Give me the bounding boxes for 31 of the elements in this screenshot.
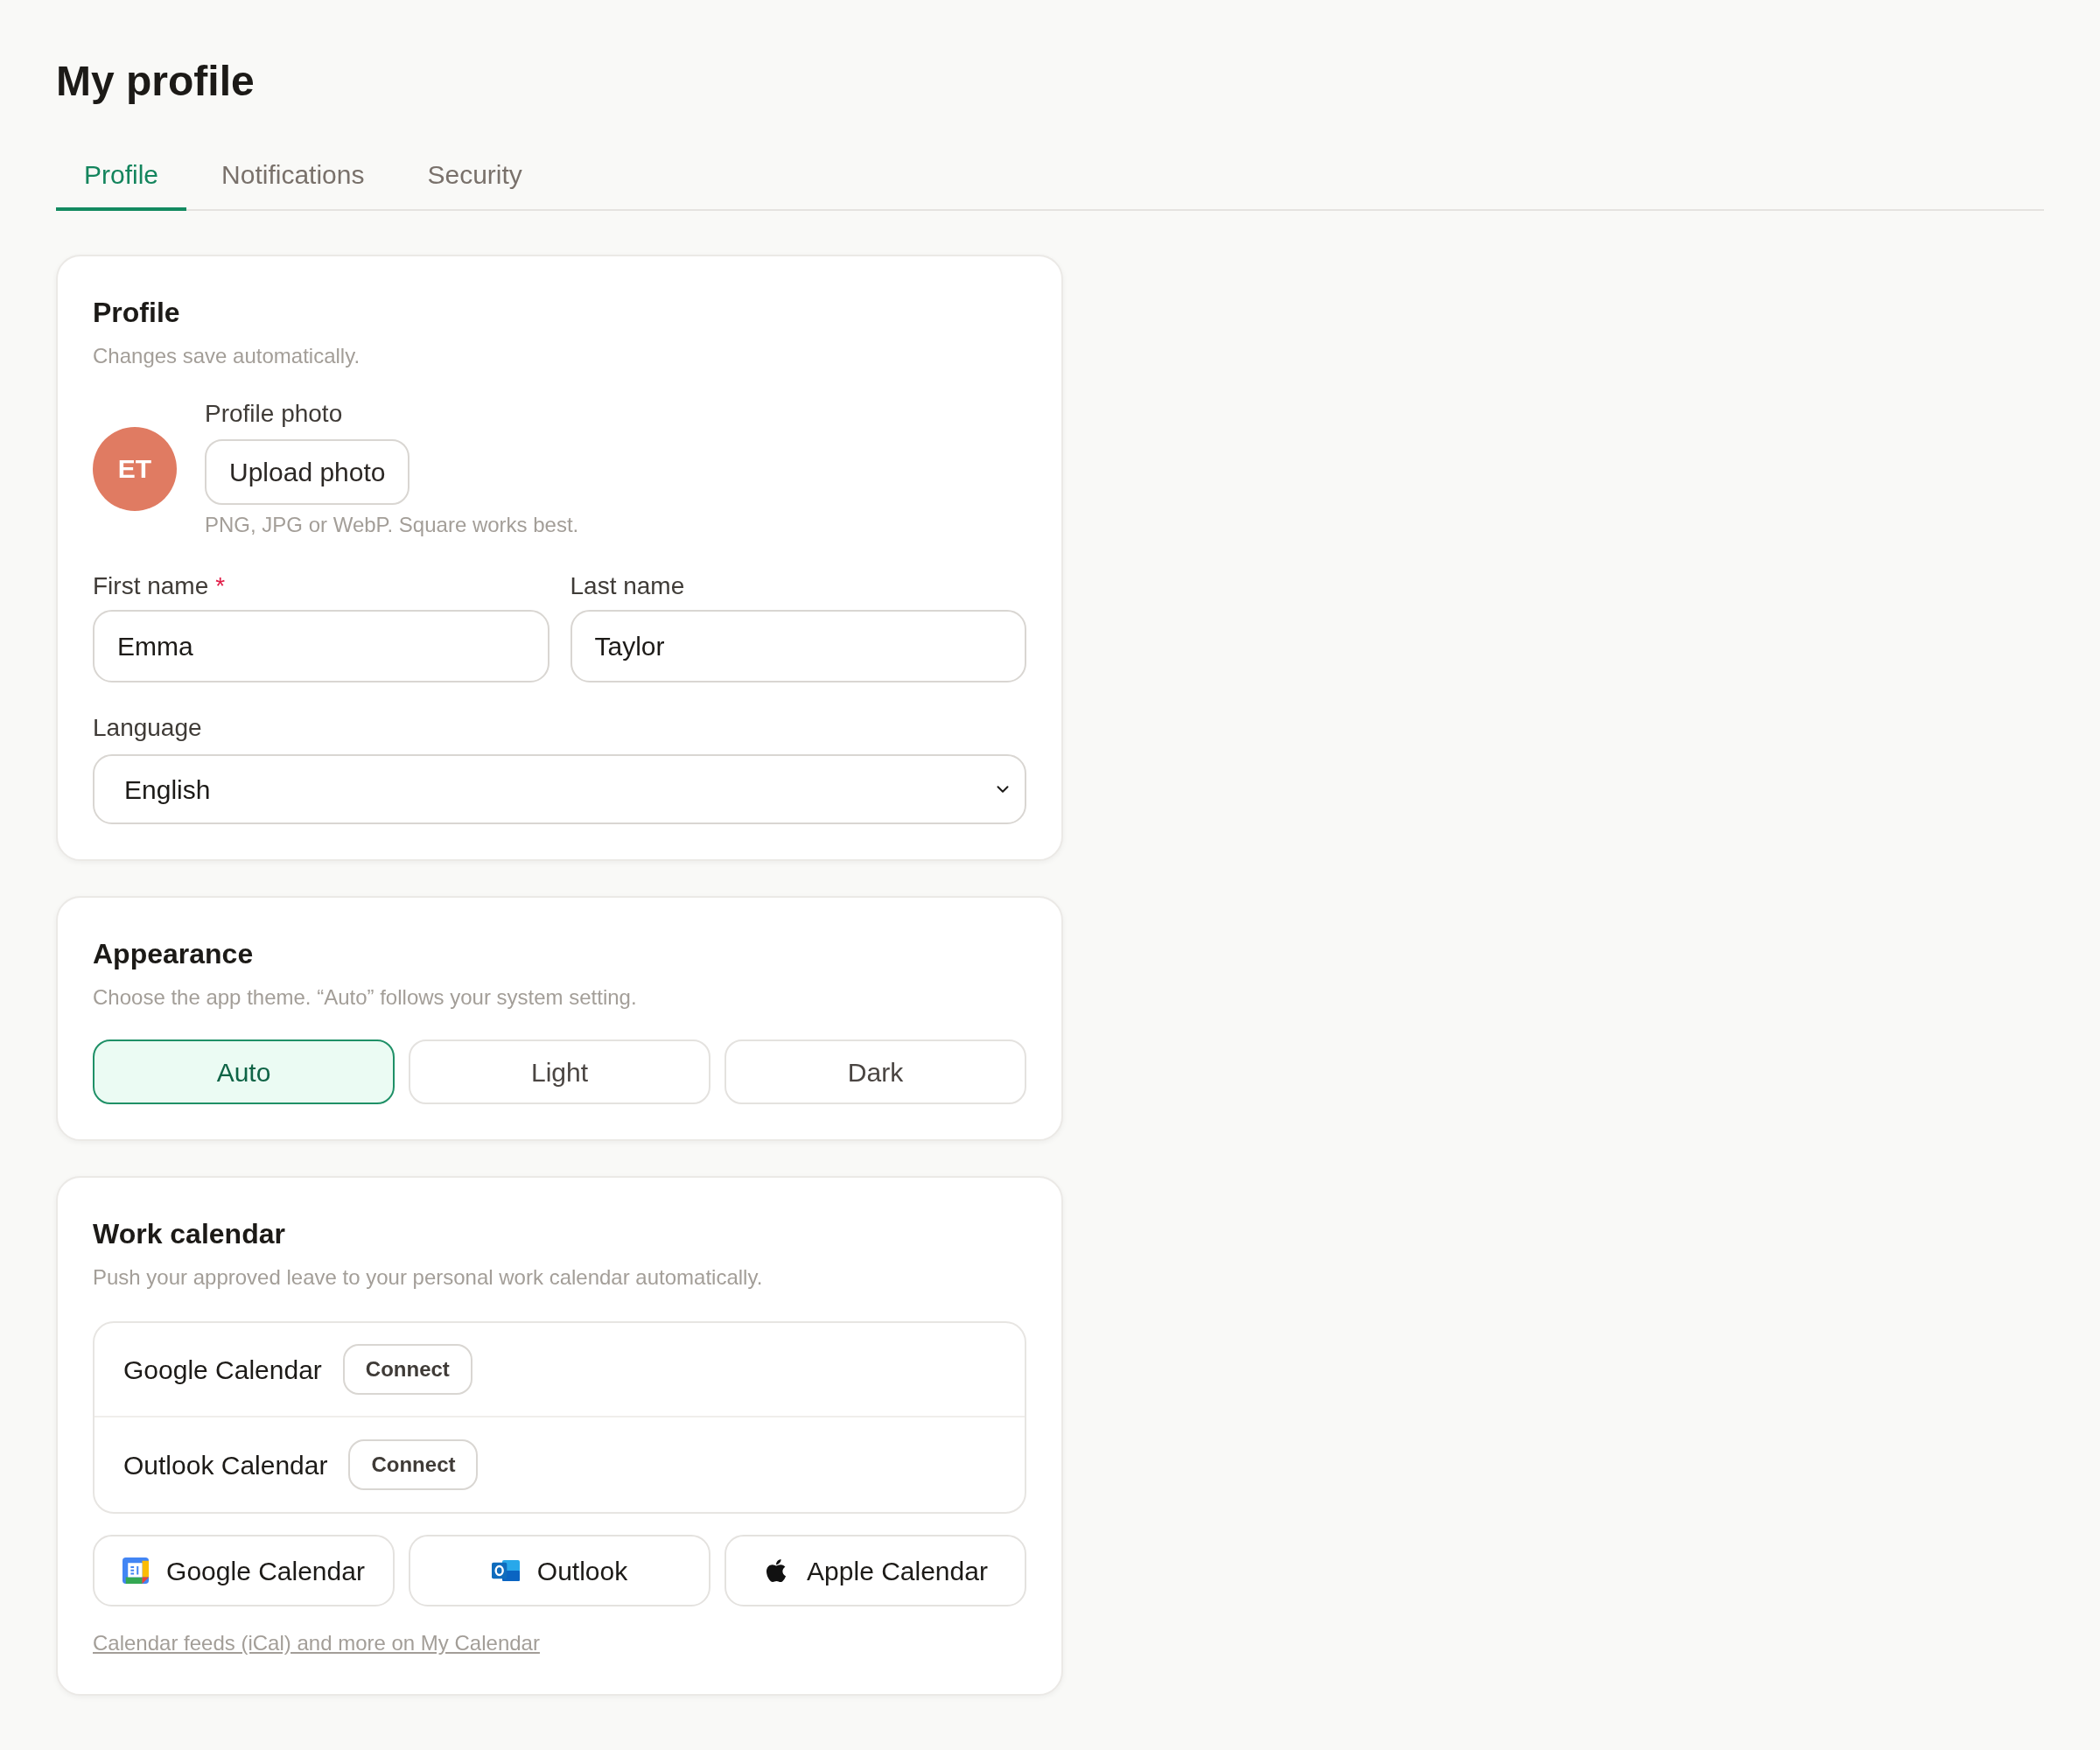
card-title: Profile (93, 296, 181, 330)
field-label: First name * (93, 571, 227, 601)
page-title: My profile (56, 57, 256, 106)
text-input[interactable]: Emma (93, 610, 550, 682)
card-subtitle: Changes save automatically. (93, 343, 361, 369)
tab[interactable]: Notifications (193, 140, 393, 211)
calendar-provider-button[interactable]: Apple Calendar (724, 1535, 1026, 1606)
text-input[interactable]: Taylor (570, 610, 1026, 682)
upload-photo-button[interactable]: Upload photo (205, 439, 410, 505)
tab[interactable]: Security (399, 140, 550, 211)
card-subtitle: Push your approved leave to your personal work calendar automatically. (93, 1264, 764, 1291)
calendar-name: Outlook Calendar (123, 1449, 328, 1481)
photo-hint: PNG, JPG or WebP. Square works best. (205, 512, 579, 538)
calendar-provider-button[interactable]: Outlook (409, 1535, 710, 1606)
connect-button[interactable]: Connect (342, 1344, 472, 1395)
theme-option[interactable]: Auto (93, 1040, 395, 1104)
theme-option[interactable]: Dark (724, 1040, 1026, 1104)
field-label: Profile photo (205, 399, 343, 429)
avatar: ET (93, 426, 177, 511)
card-title: Work calendar (93, 1217, 286, 1251)
language-select[interactable]: English (93, 754, 1026, 824)
card-subtitle: Choose the app theme. “Auto” follows your system setting. (93, 984, 638, 1011)
calendar-name: Google Calendar (123, 1354, 322, 1386)
card-title: Appearance (93, 937, 255, 971)
field-label: Last name (570, 571, 686, 601)
calendar-provider-button[interactable]: Google Calendar (93, 1535, 395, 1606)
calendar-icon (122, 1558, 150, 1584)
tab[interactable]: Profile (56, 140, 187, 211)
theme-option[interactable]: Light (409, 1040, 710, 1104)
field-label: Language (93, 713, 203, 743)
connect-button[interactable]: Connect (348, 1439, 479, 1490)
